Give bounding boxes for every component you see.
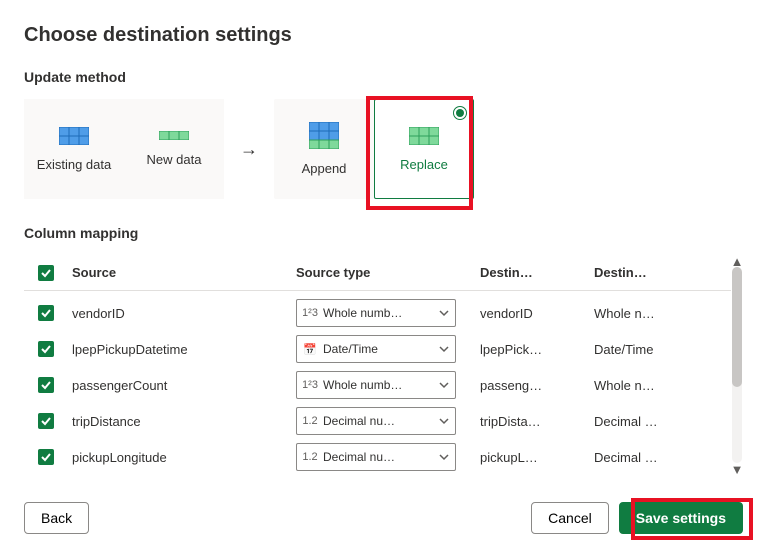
source-type-select[interactable]: 1.2 Decimal nu… xyxy=(296,407,456,435)
update-method-row: Existing data New data → Append Replace xyxy=(24,99,743,199)
update-method-heading: Update method xyxy=(24,69,743,85)
page-title: Choose destination settings xyxy=(24,24,743,47)
source-cell: tripDistance xyxy=(72,414,292,429)
new-data-tile: New data xyxy=(124,99,224,199)
type-icon: 1.2 xyxy=(303,415,317,427)
type-icon: 📅 xyxy=(303,343,317,356)
replace-card[interactable]: Replace xyxy=(374,99,474,199)
scrollbar[interactable]: ▲ ▼ xyxy=(731,255,743,475)
destination-type-cell: Decimal … xyxy=(594,450,704,465)
destination-type-cell: Decimal … xyxy=(594,414,704,429)
table-row: passengerCount 1²3 Whole numb… passeng… … xyxy=(24,367,731,403)
source-type-select[interactable]: 📅 Date/Time xyxy=(296,335,456,363)
source-type-label: Date/Time xyxy=(323,342,378,356)
cancel-button[interactable]: Cancel xyxy=(531,502,609,534)
scroll-down-icon[interactable]: ▼ xyxy=(731,463,743,475)
table-blue-icon xyxy=(59,127,89,145)
row-checkbox[interactable] xyxy=(24,449,68,465)
destination-cell: vendorID xyxy=(480,306,590,321)
row-checkbox[interactable] xyxy=(24,341,68,357)
arrow-right-icon: → xyxy=(224,139,274,160)
checkbox-checked-icon xyxy=(38,341,54,357)
chevron-down-icon xyxy=(439,380,449,390)
col-source-type-header[interactable]: Source type xyxy=(296,265,476,280)
append-icon xyxy=(309,122,339,149)
checkbox-checked-icon xyxy=(38,413,54,429)
scroll-track[interactable] xyxy=(732,267,742,463)
column-mapping-heading: Column mapping xyxy=(24,225,743,241)
footer: Back Cancel Save settings xyxy=(24,502,743,534)
grid-header: Source Source type Destin… Destin… xyxy=(24,255,731,291)
row-checkbox[interactable] xyxy=(24,305,68,321)
destination-type-cell: Whole n… xyxy=(594,306,704,321)
replace-icon xyxy=(409,127,439,145)
source-type-select[interactable]: 1²3 Whole numb… xyxy=(296,299,456,327)
destination-cell: pickupL… xyxy=(480,450,590,465)
destination-type-cell: Date/Time xyxy=(594,342,704,357)
source-type-label: Whole numb… xyxy=(323,378,402,392)
row-checkbox[interactable] xyxy=(24,377,68,393)
source-type-label: Decimal nu… xyxy=(323,450,395,464)
back-button[interactable]: Back xyxy=(24,502,89,534)
new-data-label: New data xyxy=(147,152,202,167)
chevron-down-icon xyxy=(439,308,449,318)
column-mapping-grid: Source Source type Destin… Destin… vendo… xyxy=(24,255,743,475)
radio-selected-icon xyxy=(453,106,467,120)
checkbox-checked-icon xyxy=(38,265,54,281)
table-row: vendorID 1²3 Whole numb… vendorID Whole … xyxy=(24,295,731,331)
table-row: pickupLongitude 1.2 Decimal nu… pickupL…… xyxy=(24,439,731,475)
existing-data-label: Existing data xyxy=(37,157,111,172)
source-type-label: Whole numb… xyxy=(323,306,402,320)
source-type-label: Decimal nu… xyxy=(323,414,395,428)
checkbox-checked-icon xyxy=(38,377,54,393)
scroll-thumb[interactable] xyxy=(732,267,742,387)
table-row: lpepPickupDatetime 📅 Date/Time lpepPick…… xyxy=(24,331,731,367)
source-type-select[interactable]: 1.2 Decimal nu… xyxy=(296,443,456,471)
table-row: tripDistance 1.2 Decimal nu… tripDista… … xyxy=(24,403,731,439)
checkbox-checked-icon xyxy=(38,449,54,465)
row-checkbox[interactable] xyxy=(24,413,68,429)
source-cell: passengerCount xyxy=(72,378,292,393)
destination-cell: tripDista… xyxy=(480,414,590,429)
chevron-down-icon xyxy=(439,344,449,354)
source-cell: pickupLongitude xyxy=(72,450,292,465)
existing-data-tile: Existing data xyxy=(24,99,124,199)
type-icon: 1.2 xyxy=(303,451,317,463)
append-card[interactable]: Append xyxy=(274,99,374,199)
col-source-header[interactable]: Source xyxy=(72,265,292,280)
destination-cell: lpepPick… xyxy=(480,342,590,357)
destination-cell: passeng… xyxy=(480,378,590,393)
chevron-down-icon xyxy=(439,452,449,462)
type-icon: 1²3 xyxy=(303,307,317,319)
col-destination-type-header[interactable]: Destin… xyxy=(594,265,704,280)
replace-label: Replace xyxy=(400,157,448,172)
append-label: Append xyxy=(302,161,347,176)
scroll-up-icon[interactable]: ▲ xyxy=(731,255,743,267)
source-type-select[interactable]: 1²3 Whole numb… xyxy=(296,371,456,399)
save-settings-button[interactable]: Save settings xyxy=(619,502,743,534)
type-icon: 1²3 xyxy=(303,379,317,391)
header-checkbox[interactable] xyxy=(24,265,68,281)
chevron-down-icon xyxy=(439,416,449,426)
col-destination-header[interactable]: Destin… xyxy=(480,265,590,280)
destination-type-cell: Whole n… xyxy=(594,378,704,393)
source-cell: lpepPickupDatetime xyxy=(72,342,292,357)
row-green-icon xyxy=(159,131,189,140)
source-cell: vendorID xyxy=(72,306,292,321)
checkbox-checked-icon xyxy=(38,305,54,321)
